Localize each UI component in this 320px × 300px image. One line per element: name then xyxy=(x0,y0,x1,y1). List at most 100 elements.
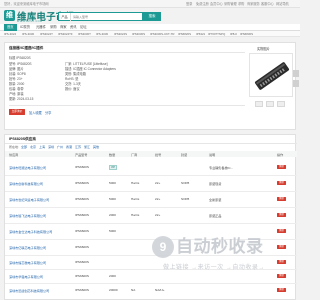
topbar-link-buy[interactable]: 求购 xyxy=(238,0,244,8)
thumbnail[interactable] xyxy=(255,101,263,107)
inquiry-button[interactable]: 询价 xyxy=(277,273,286,278)
related-model-link[interactable]: IPS3030T xyxy=(78,31,91,37)
row-model[interactable]: IPS6820S xyxy=(75,260,89,264)
nav-item-home[interactable]: 首页 xyxy=(4,24,17,31)
nav-item-sellers[interactable]: 商家 xyxy=(60,24,67,31)
related-model-link[interactable]: IPS3024T xyxy=(40,31,53,37)
row-model[interactable]: IPS6820S xyxy=(75,229,89,233)
related-model-link[interactable]: IPS3030S-UKT-TR xyxy=(150,31,174,37)
inquiry-button[interactable]: 询价 xyxy=(277,164,286,169)
col-batch: 批号 xyxy=(155,153,162,157)
nav-item-purchase[interactable]: 采购 xyxy=(50,24,57,31)
watermark-subtext: 做上链接 →来访一次 →自动收录→ xyxy=(163,265,265,271)
row-model[interactable]: IPS6820S xyxy=(75,274,89,278)
related-model-link[interactable]: IP7007TNPQ xyxy=(208,31,225,37)
related-model-link[interactable]: IPS3024TF xyxy=(58,31,73,37)
row-model[interactable]: IPS6820S xyxy=(75,165,89,169)
col-model: 产品型号 xyxy=(75,153,88,157)
favorite-link[interactable]: 加入收藏 xyxy=(29,110,42,115)
inquiry-button[interactable]: 询价 xyxy=(277,259,286,264)
side-contact-button[interactable] xyxy=(293,70,299,77)
related-model-link[interactable]: IPS-3030 xyxy=(96,31,108,37)
inquiry-button[interactable]: 立即询价 xyxy=(9,109,25,115)
filter-jiangsu[interactable]: 江苏 xyxy=(75,145,81,149)
related-model-link[interactable]: IPS6830S xyxy=(240,31,253,37)
row-company[interactable]: 深圳市亿联芯电子有限公司 xyxy=(9,245,46,250)
row-package: SOP8 xyxy=(181,181,190,185)
col-note: 说明 xyxy=(209,153,216,157)
topbar-link-sitemap[interactable]: 网站导航 xyxy=(276,0,289,8)
related-model-link[interactable]: IPS3030S xyxy=(132,31,145,37)
related-model-link[interactable]: IP8-0 xyxy=(230,31,237,37)
inquiry-button[interactable]: 询价 xyxy=(277,287,286,292)
row-company[interactable]: 深圳市创新科技有限公司 xyxy=(9,181,43,186)
related-model-link[interactable]: IPS-3030 xyxy=(22,31,34,37)
watermark-logo-icon: 9 xyxy=(152,236,174,258)
topbar-link-seller[interactable]: 商家服务 xyxy=(247,0,260,8)
related-model-link[interactable]: IP6321 xyxy=(196,31,205,37)
inquiry-button[interactable]: 询价 xyxy=(277,196,286,201)
thumbnail[interactable] xyxy=(266,101,274,107)
connector-image-icon xyxy=(254,62,290,90)
inquiry-button[interactable]: 询价 xyxy=(277,244,286,249)
top-bar: 您好，欢迎来到维库电子市场网 登录 免费注册 会员中心 采购管理 求购 商家服务… xyxy=(0,0,300,8)
filter-zhejiang[interactable]: 浙江 xyxy=(84,145,90,149)
row-model[interactable]: IPS6820S xyxy=(75,181,89,185)
inquiry-button[interactable]: 询价 xyxy=(277,228,286,233)
product-image[interactable] xyxy=(249,53,293,97)
related-model-link[interactable]: IPS6820S xyxy=(178,31,191,37)
filter-guangzhou[interactable]: 广州 xyxy=(57,145,63,149)
row-company[interactable]: 深圳市世纪鸿运电子有限公司 xyxy=(9,197,49,202)
filter-shenzhen[interactable]: 深圳 xyxy=(48,145,54,149)
side-top-button[interactable] xyxy=(293,80,299,87)
topbar-link-login[interactable]: 登录 xyxy=(186,0,192,8)
table-row: 深圳市创新科技有限公司 IPS6820S 5000 Harris 22+ SOP… xyxy=(5,175,297,191)
row-quantity: 2000 xyxy=(109,274,116,278)
search-type-select[interactable]: 产品 xyxy=(59,13,71,21)
row-model[interactable]: IPS6820S xyxy=(75,245,89,249)
row-company[interactable]: 深圳市迅捷创芯科技有限公司 xyxy=(9,288,49,293)
col-action: 操作 xyxy=(277,153,284,157)
search-input[interactable] xyxy=(73,13,131,21)
filter-other[interactable]: 其他 xyxy=(93,145,99,149)
topbar-link-register[interactable]: 免费注册 xyxy=(196,0,209,8)
nav-item-news[interactable]: 资讯 xyxy=(70,24,77,31)
product-image-title: 实物图片 xyxy=(257,47,270,51)
row-model[interactable]: IPS6820S xyxy=(75,288,89,292)
search-box: 产品 xyxy=(58,12,143,21)
logo-subtitle: WWW.DZSC.COM xyxy=(17,19,43,23)
nav-item-ic[interactable]: IC现货 xyxy=(20,24,30,31)
row-company[interactable]: 深圳市旺顺达电子有限公司 xyxy=(9,165,46,170)
related-models-bar: IPS-3024 IPS-3030 IPS3024T IPS3024TF IPS… xyxy=(0,31,300,37)
row-company[interactable]: 深圳市锦飞达电子有限公司 xyxy=(9,213,46,218)
row-model[interactable]: IPS6820S xyxy=(75,213,89,217)
thumbnail[interactable] xyxy=(277,101,285,107)
watermark-text: 自动秒收录 xyxy=(176,237,264,256)
nav-item-components[interactable]: 元器件 xyxy=(36,24,46,31)
row-model[interactable]: IPS6820S xyxy=(75,197,89,201)
row-package: SOP8 xyxy=(181,197,190,201)
row-quantity: 5000 xyxy=(109,181,116,185)
share-link[interactable]: 分享 xyxy=(45,110,51,115)
row-note: 原装正品 xyxy=(209,214,222,218)
nav-item-forum[interactable]: 论坛 xyxy=(80,24,87,31)
inquiry-button[interactable]: 询价 xyxy=(277,212,286,217)
row-quantity: 20000 xyxy=(109,288,118,292)
row-company[interactable]: 深圳市华强电子有限公司 xyxy=(9,274,43,279)
row-company[interactable]: 深圳市金仕达电子科技有限公司 xyxy=(9,229,52,234)
filter-shanghai[interactable]: 上海 xyxy=(39,145,45,149)
inquiry-button[interactable]: 询价 xyxy=(277,180,286,185)
related-model-link[interactable]: IPS3024S xyxy=(114,31,127,37)
topbar-link-member[interactable]: 会员中心 xyxy=(210,0,223,8)
filter-beijing[interactable]: 北京 xyxy=(30,145,36,149)
search-button[interactable]: 搜索 xyxy=(143,12,161,21)
filter-hongkong[interactable]: 香港 xyxy=(66,145,72,149)
related-model-link[interactable]: IPS-3024 xyxy=(4,31,16,37)
filter-all[interactable]: 全部 xyxy=(21,145,27,149)
logo-icon[interactable]: 维 xyxy=(4,10,15,21)
topbar-link-purchase[interactable]: 采购管理 xyxy=(224,0,237,8)
table-row: 深圳市华强电子有限公司 IPS6820S 2000 询价 xyxy=(5,269,297,283)
row-company[interactable]: 深圳市恒芯微电子有限公司 xyxy=(9,260,46,265)
row-maker: Harris xyxy=(131,213,140,217)
topbar-link-service[interactable]: 客服中心 xyxy=(261,0,274,8)
